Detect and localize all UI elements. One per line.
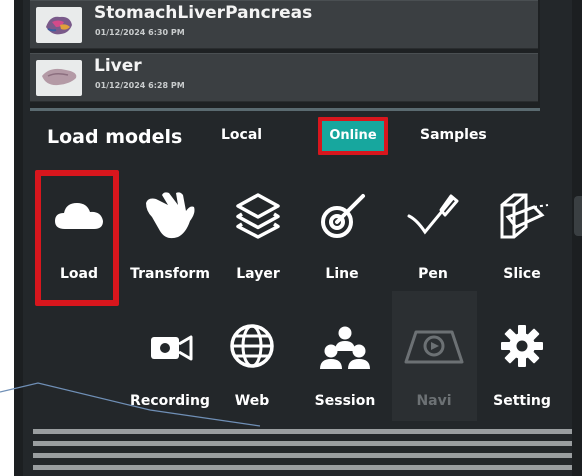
panel-title: Load models (47, 126, 183, 148)
users-icon (305, 316, 385, 376)
tool-session-button[interactable]: Session (305, 316, 385, 436)
panel-edge-handle[interactable] (574, 196, 582, 236)
slice-icon (482, 185, 562, 245)
video-camera-icon (130, 316, 210, 376)
tool-slice-button[interactable]: Slice (482, 185, 562, 305)
tool-line-button[interactable]: Line (302, 185, 382, 305)
model-date: 01/12/2024 6:28 PM (95, 81, 185, 90)
tool-layer-button[interactable]: Layer (218, 185, 298, 305)
model-date: 01/12/2024 6:30 PM (95, 28, 185, 37)
tool-pen-button[interactable]: Pen (393, 185, 473, 305)
tab-samples[interactable]: Samples (420, 127, 487, 143)
vr-app-viewport: StomachLiverPancreas 01/12/2024 6:30 PM … (0, 0, 582, 476)
list-divider (30, 108, 540, 111)
tool-web-button[interactable]: Web (212, 316, 292, 436)
tool-label: Setting (493, 393, 551, 409)
model-name: StomachLiverPancreas (94, 3, 313, 23)
liver-thumbnail-icon (36, 60, 82, 96)
tab-online-label: Online (329, 128, 377, 143)
pen-icon (393, 185, 473, 245)
load-highlight-box (35, 170, 119, 306)
model-card-stomach-liver-pancreas[interactable]: StomachLiverPancreas 01/12/2024 6:30 PM (30, 0, 538, 49)
line-target-icon (302, 185, 382, 245)
recent-models-list: StomachLiverPancreas 01/12/2024 6:30 PM … (30, 0, 540, 110)
navigation-icon (394, 316, 474, 376)
tab-online[interactable]: Online (322, 121, 384, 151)
layers-icon (218, 185, 298, 245)
gear-icon (482, 316, 562, 376)
bottom-striped-bar (33, 423, 572, 476)
tool-transform-button[interactable]: Transform (130, 185, 210, 305)
model-card-liver[interactable]: Liver 01/12/2024 6:28 PM (30, 53, 538, 102)
tool-navi-button: Navi (394, 316, 474, 436)
tab-local[interactable]: Local (221, 127, 262, 143)
model-name: Liver (94, 56, 142, 76)
tool-label: Slice (503, 266, 541, 282)
hand-icon (130, 185, 210, 245)
tool-setting-button[interactable]: Setting (482, 316, 562, 436)
globe-icon (212, 316, 292, 376)
tab-online-highlight[interactable]: Online (318, 117, 388, 155)
tool-recording-button[interactable]: Recording (130, 316, 210, 436)
organ-thumbnail-icon (36, 7, 82, 43)
